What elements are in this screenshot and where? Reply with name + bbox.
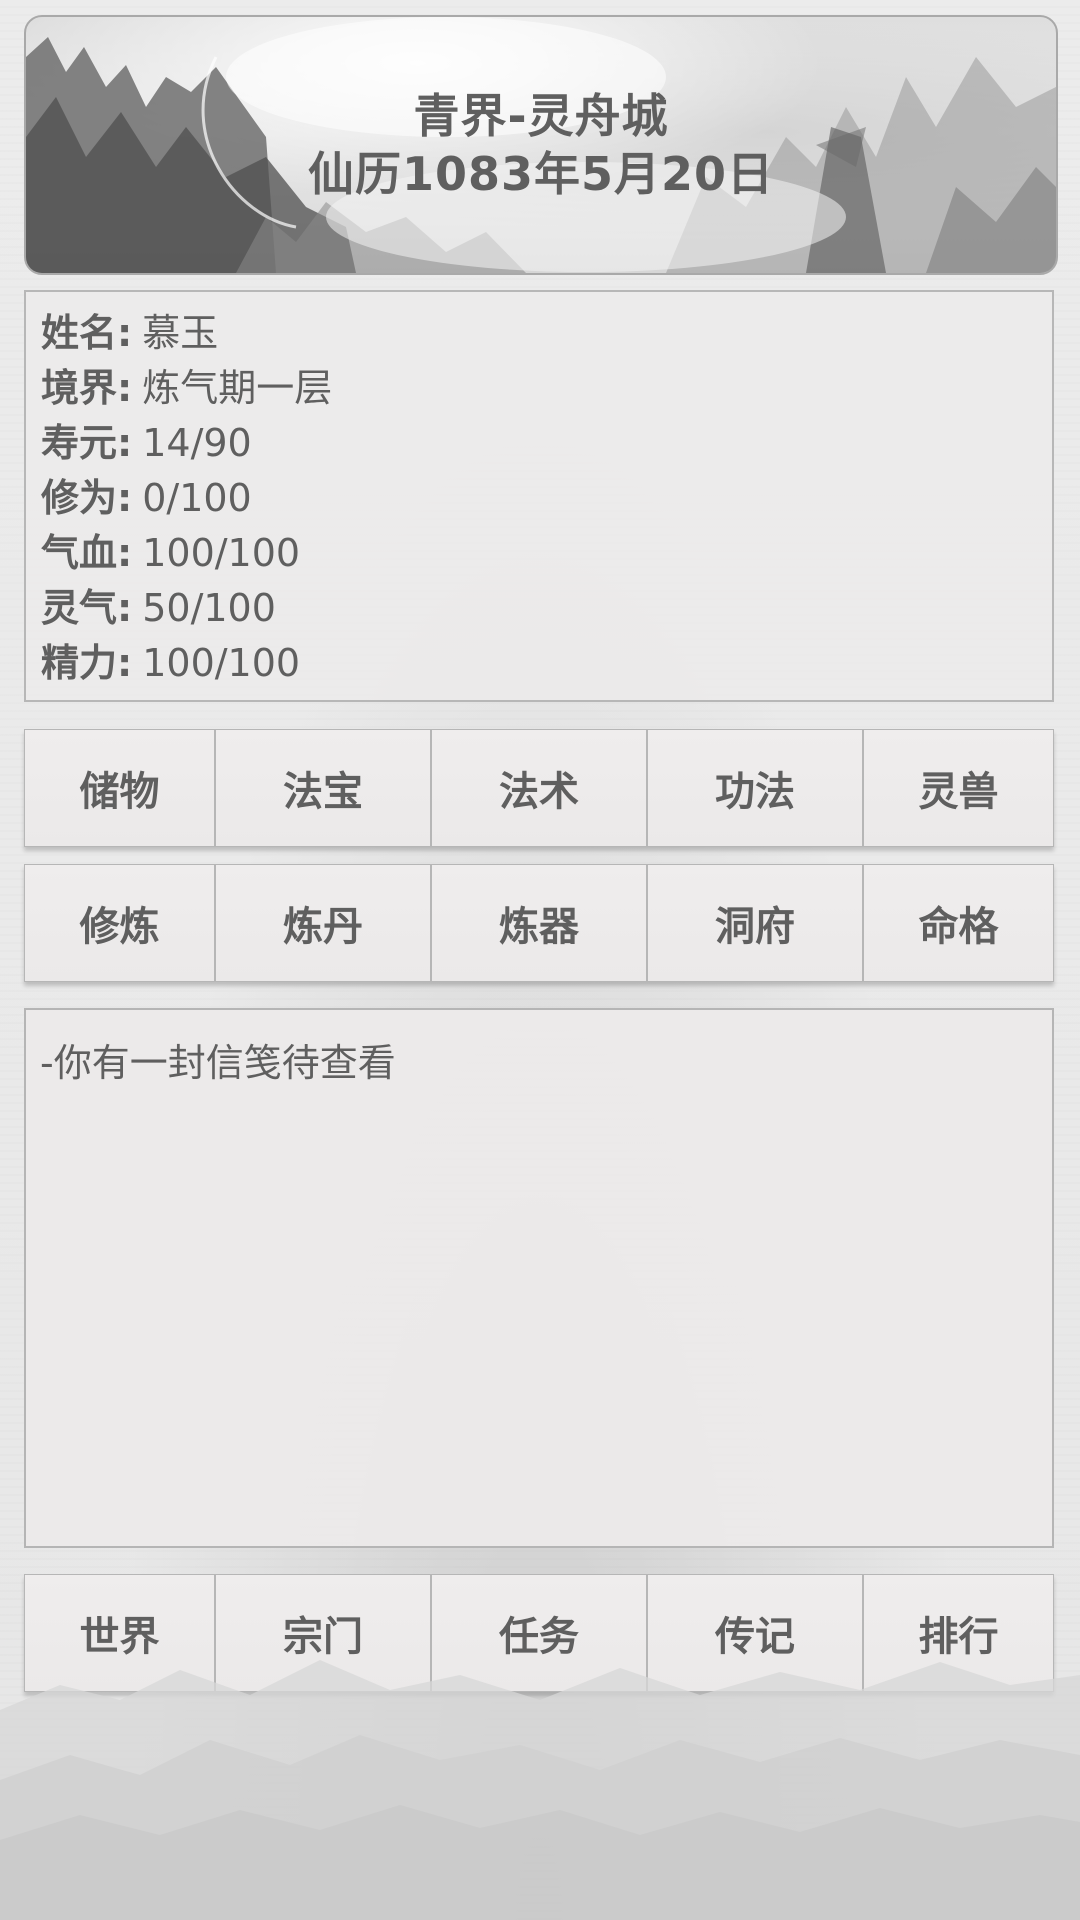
- info-row-cultivation: 修为: 0/100: [41, 471, 252, 526]
- menu-row-1: 储物 法宝 法术 功法 灵兽: [24, 729, 1054, 847]
- info-colon: :: [117, 476, 133, 520]
- info-colon: :: [117, 311, 133, 355]
- info-row-realm: 境界: 炼气期一层: [41, 361, 332, 416]
- info-label: 气血: [41, 531, 118, 575]
- info-colon: :: [117, 641, 133, 685]
- info-row-stamina: 精力: 100/100: [41, 636, 300, 691]
- info-row-spirit-energy: 灵气: 50/100: [41, 581, 276, 636]
- info-value: 100/100: [142, 531, 301, 575]
- info-value: 50/100: [142, 586, 276, 630]
- location-title: 青界-灵舟城: [413, 89, 669, 143]
- character-info-panel: 姓名: 慕玉 境界: 炼气期一层 寿元: 14/90 修为: 0/100 气血: 100/…: [24, 290, 1054, 702]
- techniques-button[interactable]: 功法: [647, 729, 863, 847]
- info-row-health: 气血: 100/100: [41, 526, 300, 581]
- info-colon: :: [117, 421, 133, 465]
- info-value: 慕玉: [142, 311, 219, 355]
- background-mountains: [0, 1660, 1080, 1920]
- message-log[interactable]: -你有一封信笺待查看: [24, 1008, 1054, 1548]
- info-label: 修为: [41, 476, 118, 520]
- info-colon: :: [117, 586, 133, 630]
- cave-dwelling-button[interactable]: 洞府: [647, 864, 863, 982]
- info-colon: :: [117, 531, 133, 575]
- treasure-button[interactable]: 法宝: [215, 729, 431, 847]
- info-label: 寿元: [41, 421, 118, 465]
- destiny-button[interactable]: 命格: [863, 864, 1054, 982]
- info-label: 精力: [41, 641, 118, 685]
- forging-button[interactable]: 炼器: [431, 864, 647, 982]
- cultivate-button[interactable]: 修炼: [24, 864, 215, 982]
- spirit-beast-button[interactable]: 灵兽: [863, 729, 1054, 847]
- menu-row-2: 修炼 炼丹 炼器 洞府 命格: [24, 864, 1054, 982]
- info-value: 0/100: [142, 476, 252, 520]
- info-row-lifespan: 寿元: 14/90: [41, 416, 252, 471]
- header-banner: 青界-灵舟城 仙历1083年5月20日: [24, 15, 1058, 275]
- info-label: 境界: [41, 366, 118, 410]
- calendar-date: 仙历1083年5月20日: [307, 147, 775, 201]
- log-entry[interactable]: -你有一封信笺待查看: [40, 1032, 396, 1087]
- info-label: 灵气: [41, 586, 118, 630]
- info-value: 100/100: [142, 641, 301, 685]
- info-value: 炼气期一层: [142, 366, 333, 410]
- info-row-name: 姓名: 慕玉: [41, 306, 218, 361]
- spells-button[interactable]: 法术: [431, 729, 647, 847]
- info-label: 姓名: [41, 311, 118, 355]
- alchemy-button[interactable]: 炼丹: [215, 864, 431, 982]
- info-value: 14/90: [142, 421, 252, 465]
- storage-button[interactable]: 储物: [24, 729, 215, 847]
- info-colon: :: [117, 366, 133, 410]
